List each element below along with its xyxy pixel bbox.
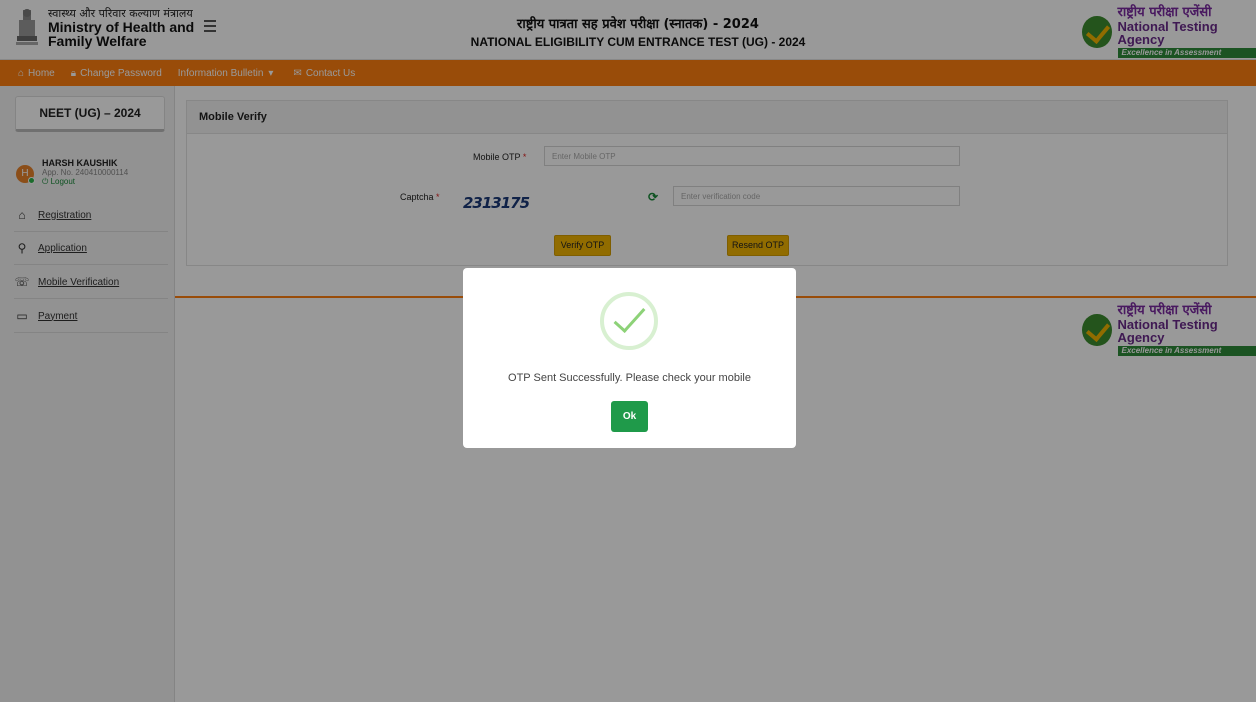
- dialog-message: OTP Sent Successfully. Please check your…: [508, 372, 751, 384]
- ok-button[interactable]: Ok: [611, 401, 648, 432]
- success-check-icon: [600, 292, 658, 350]
- success-dialog: OTP Sent Successfully. Please check your…: [463, 268, 796, 448]
